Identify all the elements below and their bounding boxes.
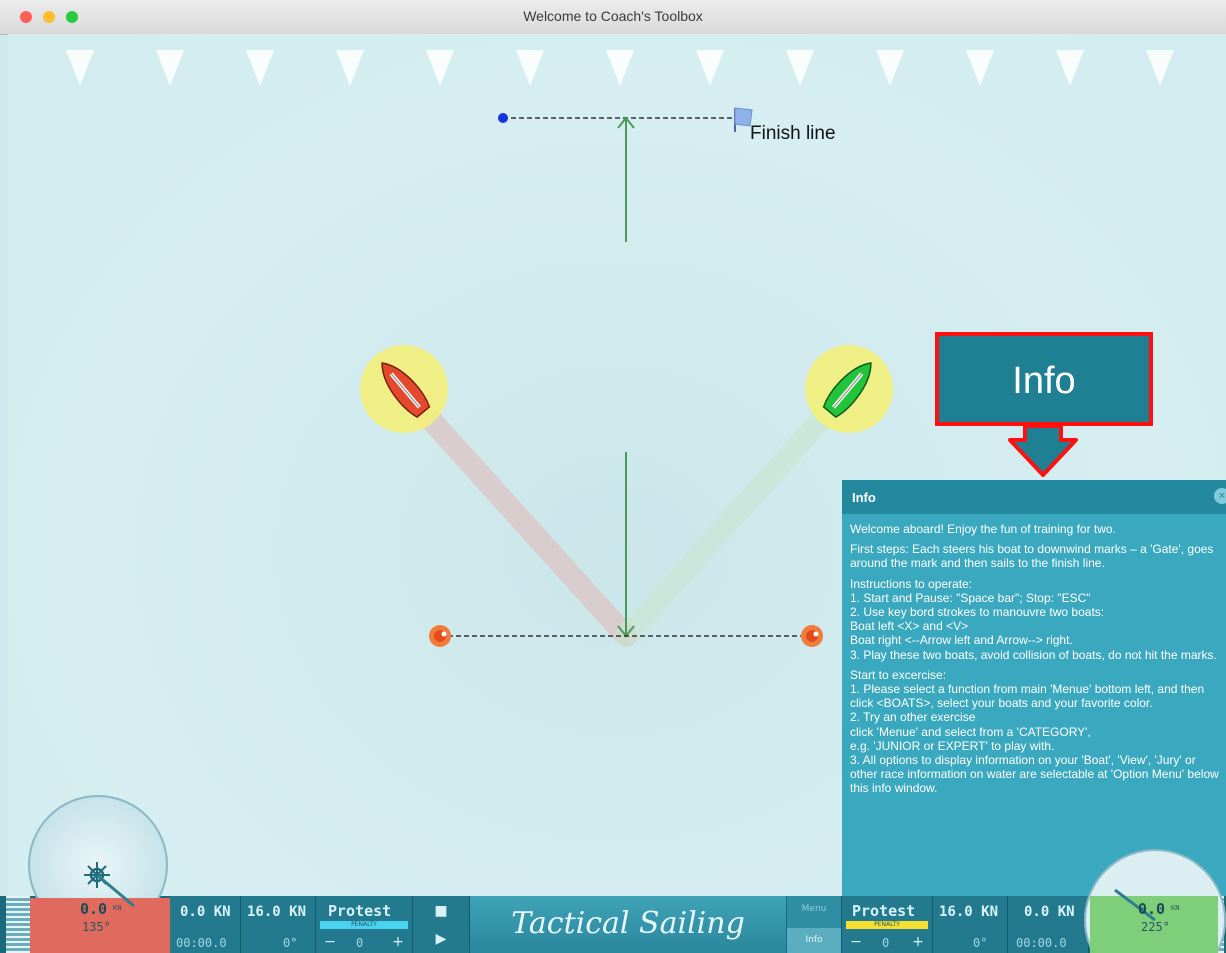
left-gauge-speed: 0.0 bbox=[80, 900, 108, 918]
left-gauge-heading: 135° bbox=[82, 920, 111, 934]
info-callout-label: Info bbox=[1012, 360, 1076, 402]
right-boat-speed: 0.0 KN bbox=[1024, 904, 1075, 920]
info-paragraph: First steps: Each steers his boat to dow… bbox=[850, 542, 1214, 571]
boat-right-track bbox=[615, 379, 859, 647]
left-protest-cell[interactable]: Protest PENALTY − 0 + bbox=[316, 896, 413, 953]
menu-info-cell: Menu Info bbox=[787, 896, 842, 953]
right-minus-button[interactable]: − bbox=[846, 933, 866, 951]
left-boat-speed-cell: 0.0 KN 00:00.0 bbox=[170, 896, 241, 953]
info-panel-title: Info bbox=[852, 490, 876, 505]
finish-line-label: Finish line bbox=[750, 123, 836, 144]
info-paragraph: Start to excercise: 1. Please select a f… bbox=[850, 667, 1219, 796]
brand-logo: Tactical Sailing bbox=[511, 906, 745, 941]
info-callout: Info bbox=[935, 332, 1153, 426]
left-plus-button[interactable]: + bbox=[388, 933, 408, 951]
boat-right[interactable] bbox=[805, 345, 893, 433]
right-boat-speed-cell: 0.0 KN 00:00.0 bbox=[1008, 896, 1089, 953]
left-timer: 00:00.0 bbox=[176, 936, 227, 950]
info-panel-body: Welcome aboard! Enjoy the fun of trainin… bbox=[842, 514, 1226, 796]
gate-mark-right[interactable] bbox=[801, 625, 823, 647]
close-icon[interactable]: × bbox=[1214, 488, 1226, 504]
right-wind-speed-cell: 16.0 KN 0° bbox=[933, 896, 1008, 953]
left-boat-speed: 0.0 KN bbox=[180, 904, 231, 920]
left-counter: 0 bbox=[356, 936, 364, 950]
playback-controls: ■ ▶ bbox=[413, 896, 470, 953]
info-button[interactable]: Info bbox=[787, 928, 841, 953]
boat-left[interactable] bbox=[360, 345, 448, 433]
right-penalty-badge: PENALTY bbox=[846, 921, 928, 929]
right-timer: 00:00.0 bbox=[1016, 936, 1067, 950]
right-gauge-unit: KN bbox=[1171, 904, 1180, 912]
right-gauge-speed: 0.0 bbox=[1138, 900, 1166, 918]
stop-button[interactable]: ■ bbox=[431, 902, 451, 920]
left-scale bbox=[6, 896, 30, 953]
right-plus-button[interactable]: + bbox=[908, 933, 928, 951]
left-minus-button[interactable]: − bbox=[320, 933, 340, 951]
finish-pin-mark[interactable] bbox=[498, 113, 508, 123]
right-counter: 0 bbox=[882, 936, 890, 950]
info-paragraph: Instructions to operate: 1. Start and Pa… bbox=[850, 576, 1217, 662]
gate-mark-left[interactable] bbox=[429, 625, 451, 647]
right-scale bbox=[1214, 896, 1224, 953]
info-panel: Info × Welcome aboard! Enjoy the fun of … bbox=[842, 480, 1226, 898]
left-penalty-badge: PENALTY bbox=[320, 921, 408, 929]
play-button[interactable]: ▶ bbox=[431, 930, 451, 948]
callout-arrow bbox=[1008, 424, 1078, 477]
right-wind-speed: 16.0 KN bbox=[939, 904, 999, 920]
right-gauge-heading: 225° bbox=[1141, 920, 1170, 934]
left-wind-speed-cell: 16.0 KN 0° bbox=[241, 896, 316, 953]
boat-left-track bbox=[393, 379, 637, 647]
right-angle: 0° bbox=[973, 936, 988, 950]
info-panel-header: Info × bbox=[842, 480, 1226, 514]
right-protest-button[interactable]: Protest bbox=[852, 902, 915, 920]
left-angle: 0° bbox=[283, 936, 298, 950]
bottom-hud: 0.0 KN 00:00.0 16.0 KN 0° Protest PENALT… bbox=[0, 896, 1226, 953]
brand-panel: Tactical Sailing bbox=[470, 896, 786, 953]
info-paragraph: Welcome aboard! Enjoy the fun of trainin… bbox=[850, 522, 1116, 536]
right-protest-cell[interactable]: Protest PENALTY − 0 + bbox=[842, 896, 933, 953]
left-gauge-unit: KN bbox=[113, 904, 122, 912]
left-protest-button[interactable]: Protest bbox=[328, 902, 391, 920]
menu-button[interactable]: Menu bbox=[793, 904, 835, 914]
left-wind-speed: 16.0 KN bbox=[247, 904, 307, 920]
